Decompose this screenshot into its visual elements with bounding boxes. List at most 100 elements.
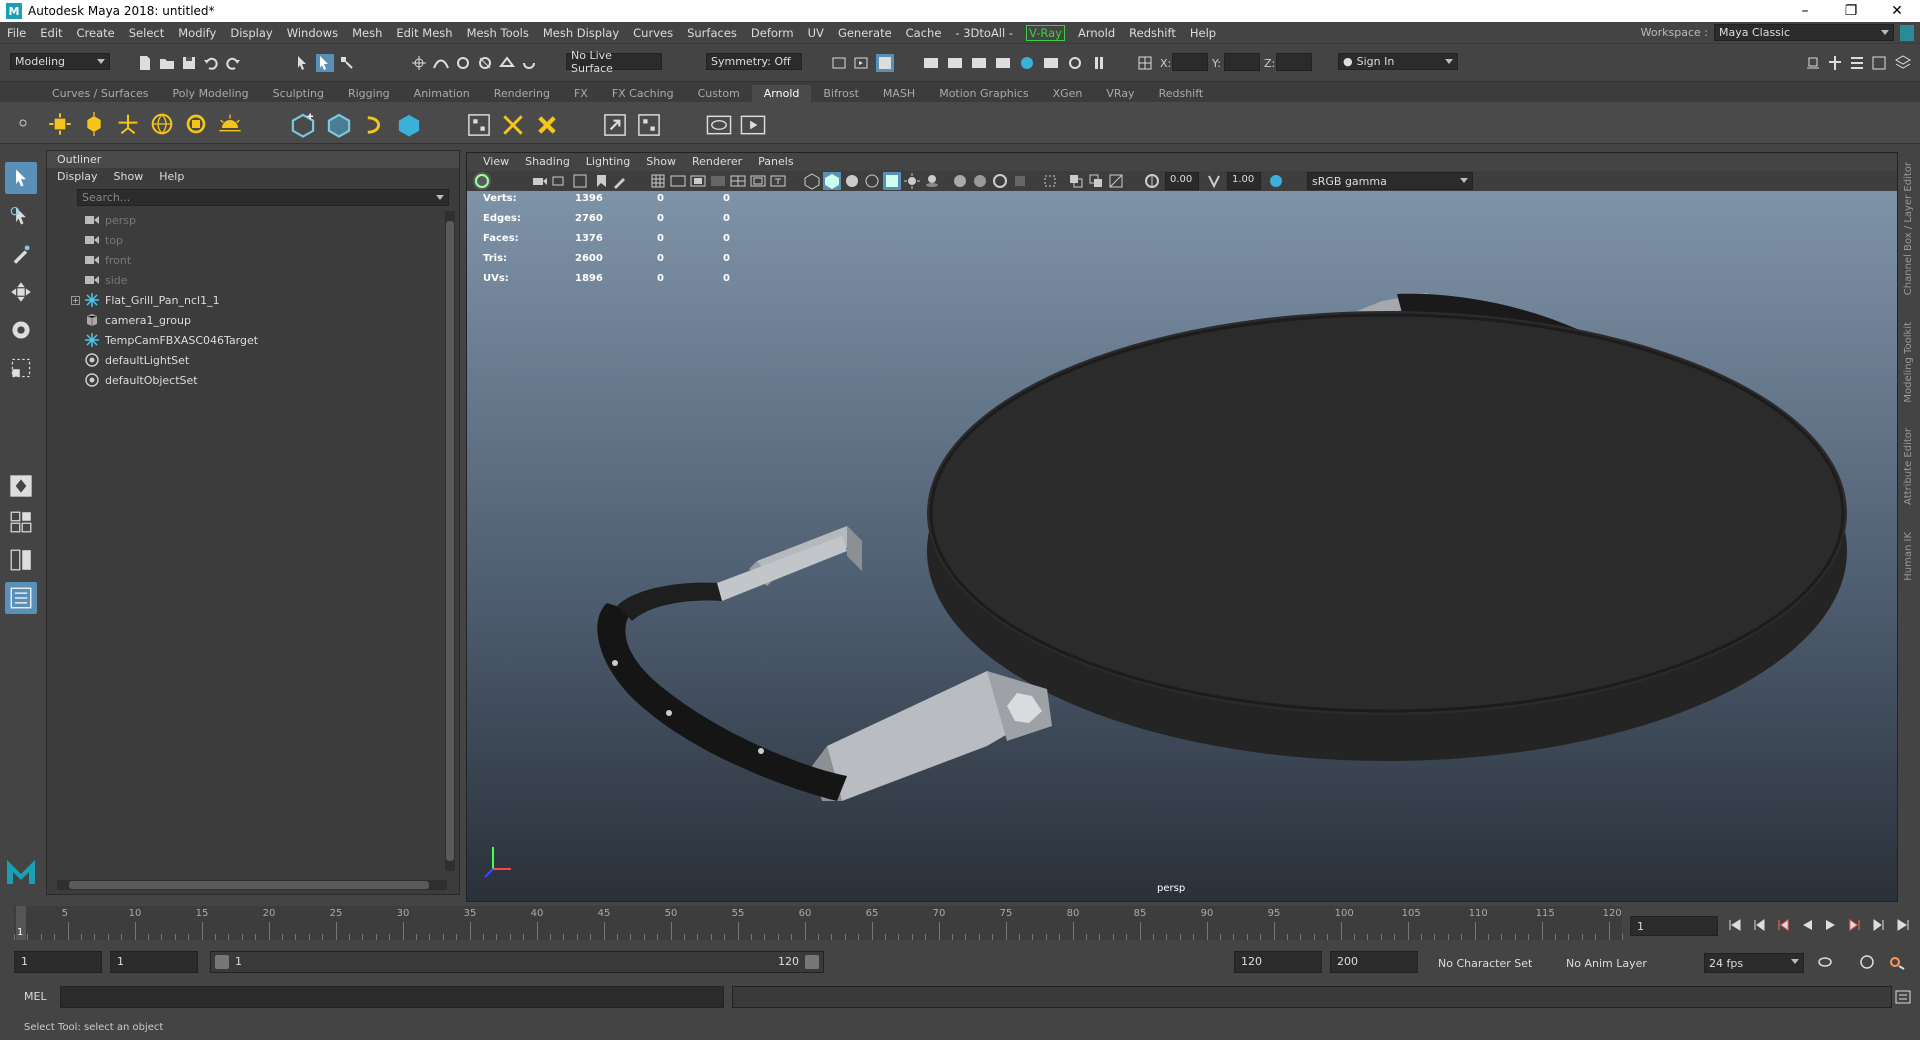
depth-of-field-icon[interactable] xyxy=(1011,172,1029,190)
safe-title-icon[interactable] xyxy=(769,172,787,190)
construction-history-icon[interactable] xyxy=(852,54,870,72)
outliner-item-tempcamfbxasc046target[interactable]: TempCamFBXASC046Target xyxy=(47,330,459,350)
grid-toggle-icon[interactable] xyxy=(649,172,667,190)
image-plane-icon[interactable] xyxy=(571,172,589,190)
field-chart-icon[interactable] xyxy=(729,172,747,190)
menu-set-dropdown[interactable]: Modeling xyxy=(10,53,110,70)
viewport-menu-view[interactable]: View xyxy=(475,153,517,171)
scroll-thumb[interactable] xyxy=(69,881,429,889)
viewport-menu-renderer[interactable]: Renderer xyxy=(684,153,750,171)
menu-mesh[interactable]: Mesh xyxy=(345,26,389,40)
minimize-button[interactable]: – xyxy=(1782,0,1828,22)
menu-arnold[interactable]: Arnold xyxy=(1071,26,1122,40)
sign-in-button[interactable]: ● Sign In xyxy=(1338,53,1458,70)
skydome-light-icon[interactable] xyxy=(150,112,174,136)
outliner-horizontal-scrollbar[interactable] xyxy=(57,880,447,890)
photometric-light-icon[interactable] xyxy=(116,112,140,136)
exposure-field[interactable]: 0.00 xyxy=(1165,172,1199,190)
ipr-render-icon[interactable] xyxy=(970,54,988,72)
symmetry-dropdown[interactable]: Symmetry: Off xyxy=(706,53,802,70)
menu-create[interactable]: Create xyxy=(70,26,122,40)
menu-mesh-display[interactable]: Mesh Display xyxy=(536,26,626,40)
menu-curves[interactable]: Curves xyxy=(626,26,680,40)
snap-point-icon[interactable] xyxy=(454,54,472,72)
arnold-render-icon[interactable] xyxy=(1018,54,1036,72)
outliner-menu-show[interactable]: Show xyxy=(114,170,144,185)
transform-constraint-icon[interactable] xyxy=(1136,54,1154,72)
menu-surfaces[interactable]: Surfaces xyxy=(680,26,744,40)
open-scene-icon[interactable] xyxy=(158,54,176,72)
snap-view-icon[interactable] xyxy=(476,54,494,72)
x-field[interactable] xyxy=(1172,53,1208,71)
motion-blur-icon[interactable] xyxy=(971,172,989,190)
menu-cache[interactable]: Cache xyxy=(899,26,949,40)
play-forwards-icon[interactable] xyxy=(1824,918,1838,932)
menu-modify[interactable]: Modify xyxy=(171,26,223,40)
gamma-icon[interactable] xyxy=(1205,172,1223,190)
outliner-item-camera1-group[interactable]: camera1_group xyxy=(47,310,459,330)
step-back-frame-icon[interactable] xyxy=(1776,918,1790,932)
loop-playback-icon[interactable] xyxy=(1816,953,1834,971)
select-camera-icon[interactable] xyxy=(473,172,491,190)
camera-attributes-icon[interactable] xyxy=(531,172,549,190)
go-to-start-icon[interactable] xyxy=(1728,918,1742,932)
vray-ipr-icon[interactable] xyxy=(1066,54,1084,72)
menu-redshift[interactable]: Redshift xyxy=(1122,26,1183,40)
live-surface-field[interactable]: No Live Surface xyxy=(566,49,662,75)
wireframe-icon[interactable] xyxy=(803,172,821,190)
textured-icon[interactable] xyxy=(883,172,901,190)
attribute-editor-icon[interactable] xyxy=(1848,54,1866,72)
menu-uv[interactable]: UV xyxy=(801,26,831,40)
viewport-panel[interactable]: View Shading Lighting Show Renderer Panels 0.… xyxy=(466,152,1898,902)
shelf-tab-xgen[interactable]: XGen xyxy=(1041,85,1095,102)
snap-surface-icon[interactable] xyxy=(498,54,516,72)
curve-collector-icon[interactable] xyxy=(362,112,388,138)
tx-manager-icon[interactable] xyxy=(534,112,560,138)
scroll-thumb[interactable] xyxy=(446,221,454,861)
y-field[interactable] xyxy=(1224,53,1260,71)
expand-icon[interactable]: + xyxy=(71,295,80,305)
select-hierarchy-icon[interactable] xyxy=(294,54,312,72)
lasso-tool-icon[interactable] xyxy=(5,200,37,232)
snap-grid-icon[interactable] xyxy=(410,54,428,72)
anti-aliasing-icon[interactable] xyxy=(991,172,1009,190)
tool-settings-icon[interactable] xyxy=(1870,54,1888,72)
attribute-editor-tab[interactable]: Attribute Editor xyxy=(1903,428,1914,505)
shelf-options-icon[interactable] xyxy=(14,114,32,132)
render-play-icon[interactable] xyxy=(740,112,766,138)
select-object-icon[interactable] xyxy=(316,54,334,72)
2d-pan-zoom-icon[interactable] xyxy=(591,172,609,190)
select-tool-icon[interactable] xyxy=(5,162,37,194)
modeling-toolkit-icon[interactable] xyxy=(1826,54,1844,72)
channel-box-tab[interactable]: Channel Box / Layer Editor xyxy=(1903,162,1914,295)
redo-icon[interactable] xyxy=(224,54,242,72)
use-all-lights-icon[interactable] xyxy=(903,172,921,190)
time-ruler[interactable]: 5 10 15 20 25 30 35 40 45 50 55 60 65 70 75 80 85 90 95 100… xyxy=(14,906,1623,940)
shelf-tab-redshift[interactable]: Redshift xyxy=(1147,85,1216,102)
four-pane-layout-icon[interactable] xyxy=(5,506,37,538)
history-icon[interactable] xyxy=(830,54,848,72)
outliner-item-defaultlightset[interactable]: defaultLightSet xyxy=(47,350,459,370)
volume-icon[interactable] xyxy=(326,112,352,138)
channel-box-icon[interactable] xyxy=(1894,54,1912,72)
paint-select-tool-icon[interactable] xyxy=(5,238,37,270)
playhead[interactable]: 1 xyxy=(16,906,26,940)
shelf-tab-vray[interactable]: VRay xyxy=(1094,85,1146,102)
shadows-icon[interactable] xyxy=(923,172,941,190)
grease-pencil-icon[interactable] xyxy=(611,172,629,190)
menu-generate[interactable]: Generate xyxy=(831,26,899,40)
default-material-icon[interactable] xyxy=(843,172,861,190)
hypershade-icon[interactable] xyxy=(876,54,894,72)
chevron-down-icon[interactable] xyxy=(436,195,444,200)
anim-layer-dropdown[interactable]: No Anim Layer xyxy=(1562,953,1682,973)
outliner-item-side[interactable]: side xyxy=(47,270,459,290)
character-set-dropdown[interactable]: No Character Set xyxy=(1434,953,1554,973)
outliner-menu-help[interactable]: Help xyxy=(159,170,184,185)
command-language-label[interactable]: MEL xyxy=(24,990,47,1003)
xray-joints-icon[interactable] xyxy=(1107,172,1125,190)
shelf-tab-bifrost[interactable]: Bifrost xyxy=(811,85,871,102)
menu-file[interactable]: File xyxy=(0,26,33,40)
close-button[interactable]: ✕ xyxy=(1874,0,1920,22)
isolate-select-icon[interactable] xyxy=(1041,172,1059,190)
script-editor-icon[interactable] xyxy=(1894,988,1912,1006)
